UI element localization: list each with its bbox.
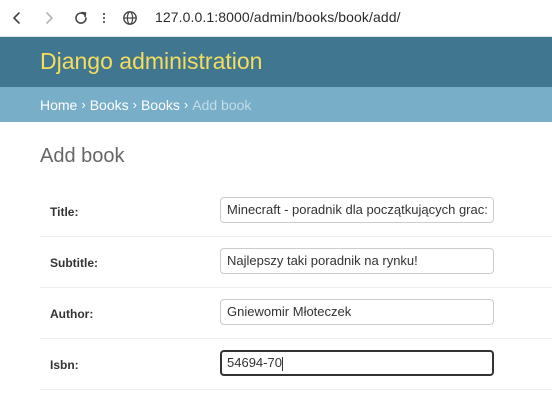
subtitle-label: Subtitle: [50,256,98,270]
isbn-label: Isbn: [50,358,79,372]
breadcrumb-model-books[interactable]: Books [141,97,180,113]
browser-toolbar: 127.0.0.1:8000/admin/books/book/add/ [0,0,552,37]
breadcrumb: Home › Books › Books › Add book [0,87,552,122]
breadcrumb-separator: › [183,97,189,112]
isbn-value: 54694-70 [227,355,282,370]
form-row-author: Author: Gniewomir Młoteczek [40,288,552,339]
more-vert-icon[interactable] [94,8,114,28]
author-input[interactable]: Gniewomir Młoteczek [220,299,494,325]
title-input[interactable]: Minecraft - poradnik dla początkujących … [220,197,494,223]
admin-header: Django administration [0,37,552,87]
subtitle-input[interactable]: Najlepszy taki poradnik na rynku! [220,248,494,274]
form-row-isbn: Isbn: 54694-70 [40,339,552,390]
breadcrumb-app-books[interactable]: Books [90,97,129,113]
address-bar-url[interactable]: 127.0.0.1:8000/admin/books/book/add/ [155,9,401,25]
page-title: Add book [40,145,125,167]
form-row-title: Title: Minecraft - poradnik dla początku… [40,186,552,237]
form-row-subtitle: Subtitle: Najlepszy taki poradnik na ryn… [40,237,552,288]
author-label: Author: [50,307,94,321]
isbn-input[interactable]: 54694-70 [220,350,494,376]
site-info-icon[interactable] [120,8,140,28]
site-title[interactable]: Django administration [40,48,262,75]
reload-icon[interactable] [71,8,91,28]
forward-arrow-icon[interactable] [39,8,59,28]
title-label: Title: [50,205,79,219]
breadcrumb-home[interactable]: Home [40,97,77,113]
text-caret [281,356,283,371]
back-arrow-icon[interactable] [7,8,27,28]
breadcrumb-separator: › [132,97,137,112]
breadcrumb-current: Add book [192,96,252,113]
breadcrumb-separator: › [81,97,86,112]
